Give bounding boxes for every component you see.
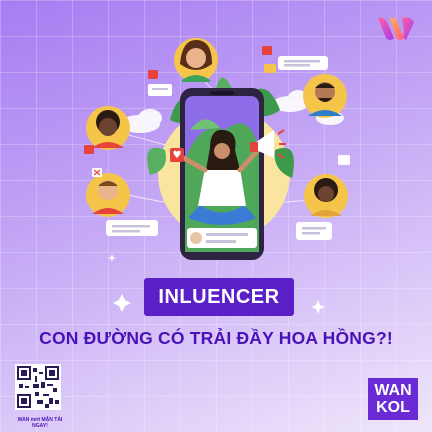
qr-caption: WAN mời MẬN TẢI NGAY! bbox=[17, 417, 63, 429]
brand-line-2: KOL bbox=[376, 399, 410, 416]
heart-icon bbox=[170, 148, 184, 162]
avatar-icon bbox=[304, 174, 348, 218]
avatar-icon bbox=[86, 173, 130, 217]
brand-line-1: WAN bbox=[374, 382, 412, 399]
chat-bubble-icon bbox=[296, 222, 332, 240]
headline-text: INLUENCER bbox=[158, 285, 280, 308]
chat-bubble-icon bbox=[148, 84, 172, 96]
chat-bubble-icon bbox=[278, 56, 328, 70]
avatar-icon bbox=[303, 74, 347, 118]
avatar-icon bbox=[174, 38, 218, 82]
subheadline: CON ĐƯỜNG CÓ TRẢI ĐẦY HOA HỒNG?! bbox=[39, 328, 393, 348]
qr-block[interactable]: WAN mời MẬN TẢI NGAY! bbox=[15, 364, 63, 429]
chat-bubble-icon bbox=[106, 220, 158, 236]
avatar-icon bbox=[86, 106, 130, 150]
qr-code-icon[interactable] bbox=[15, 364, 61, 410]
poster: INLUENCER CON ĐƯỜNG CÓ TRẢI ĐẦY HOA HỒNG… bbox=[0, 0, 432, 432]
influencer-illustration bbox=[84, 38, 350, 314]
headline-box: INLUENCER bbox=[144, 278, 294, 316]
brand-badge: WAN KOL bbox=[368, 378, 418, 420]
